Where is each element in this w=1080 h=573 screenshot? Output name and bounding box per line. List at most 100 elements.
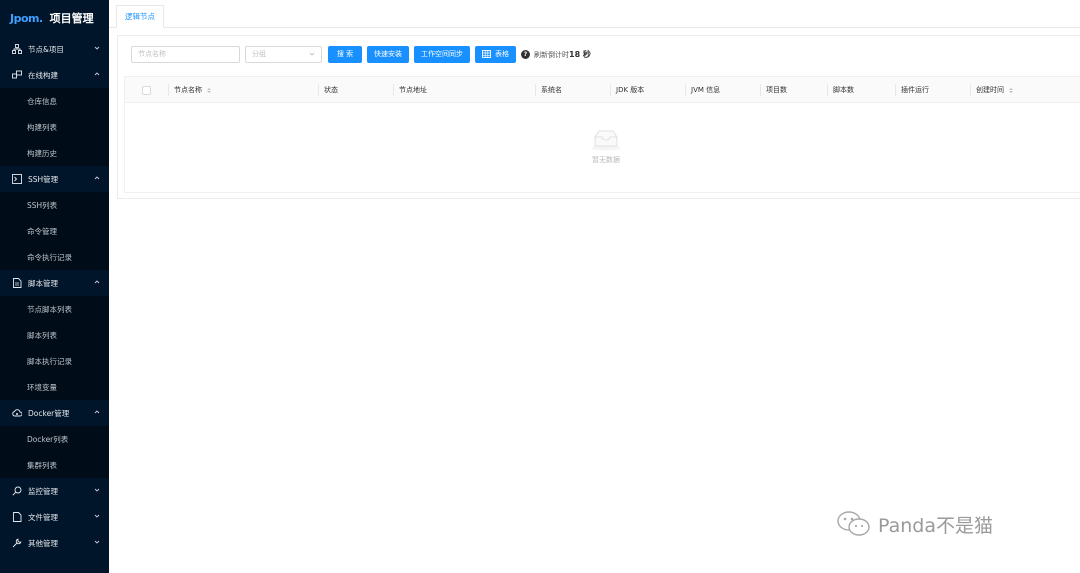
chevron-down-icon xyxy=(94,488,100,492)
file-code-icon xyxy=(12,278,22,288)
column-divider xyxy=(168,84,169,96)
sidebar-item-node-script[interactable]: 节点脚本列表 xyxy=(0,296,109,322)
chevron-down-icon xyxy=(309,52,315,56)
sidebar-group-build[interactable]: 在线构建 xyxy=(0,62,109,88)
chevron-up-icon xyxy=(94,280,100,284)
tab-bar: 逻辑节点 xyxy=(109,0,1080,28)
table-icon xyxy=(482,50,491,58)
empty-state: 暂无数据 xyxy=(125,103,1080,193)
tool-icon xyxy=(12,538,22,548)
sidebar-group-label: 监控管理 xyxy=(28,486,58,496)
column-label: JVM 信息 xyxy=(691,86,721,94)
quick-install-button[interactable]: 快速安装 xyxy=(367,45,409,63)
app-logo[interactable]: Jpom. 项目管理 xyxy=(0,0,109,36)
column-header: 项目数 xyxy=(760,77,787,103)
sidebar-item-command-manage[interactable]: 命令管理 xyxy=(0,218,109,244)
group-select-placeholder: 分组 xyxy=(252,50,266,58)
select-all-cell xyxy=(142,77,151,103)
column-divider xyxy=(535,84,536,96)
column-label: 脚本数 xyxy=(833,86,854,94)
wechat-icon xyxy=(837,511,870,536)
sidebar-item-cluster-list[interactable]: 集群列表 xyxy=(0,452,109,478)
chevron-up-icon xyxy=(94,72,100,76)
column-label: 插件运行 xyxy=(901,86,929,94)
sidebar-item-env-vars[interactable]: 环境变量 xyxy=(0,374,109,400)
node-name-input[interactable]: 节点名称 xyxy=(131,45,240,63)
column-header[interactable]: 节点名称 xyxy=(168,77,211,103)
countdown-value: 18 秒 xyxy=(569,49,591,59)
sidebar-item-build-history[interactable]: 构建历史 xyxy=(0,140,109,166)
column-divider xyxy=(760,84,761,96)
submenu-ssh: SSH列表 命令管理 命令执行记录 xyxy=(0,192,109,270)
cluster-icon xyxy=(12,44,22,54)
empty-text: 暂无数据 xyxy=(592,156,620,164)
column-divider xyxy=(895,84,896,96)
column-label: 节点名称 xyxy=(174,86,202,94)
chevron-up-icon xyxy=(94,410,100,414)
logo-mark: Jpom. xyxy=(10,11,43,25)
terminal-icon xyxy=(12,174,22,184)
sidebar-group-ssh[interactable]: SSH管理 xyxy=(0,166,109,192)
sidebar-group-label: SSH管理 xyxy=(28,174,59,184)
column-header: 状态 xyxy=(318,77,338,103)
watermark: Panda不是猫 xyxy=(836,510,993,538)
column-label: 状态 xyxy=(324,86,338,94)
help-icon[interactable]: ? xyxy=(521,49,530,59)
sort-icon[interactable] xyxy=(1009,87,1013,93)
submenu-script: 节点脚本列表 脚本列表 脚本执行记录 环境变量 xyxy=(0,296,109,400)
submenu-docker: Docker列表 集群列表 xyxy=(0,426,109,478)
column-label: 节点地址 xyxy=(399,86,427,94)
toolbar: 节点名称 分组 搜 索 快速安装 工作空间同步 表格 ? 刷新倒计时18 秒 xyxy=(131,45,591,63)
app-title: 项目管理 xyxy=(49,12,94,25)
column-divider xyxy=(318,84,319,96)
sidebar-item-repo[interactable]: 仓库信息 xyxy=(0,88,109,114)
table-view-button[interactable]: 表格 xyxy=(475,45,516,63)
group-select[interactable]: 分组 xyxy=(245,45,322,63)
column-divider xyxy=(970,84,971,96)
column-header: JDK 版本 xyxy=(610,77,645,103)
table-header: 节点名称 状态 节点地址 系统名 JDK 版本 JVM 信息 项目数 脚本数 插… xyxy=(125,77,1080,103)
column-divider xyxy=(827,84,828,96)
chevron-up-icon xyxy=(94,176,100,180)
column-header: 节点地址 xyxy=(393,77,427,103)
sidebar-group-monitor[interactable]: 监控管理 xyxy=(0,478,109,504)
main-panel: 节点名称 分组 搜 索 快速安装 工作空间同步 表格 ? 刷新倒计时18 秒 节… xyxy=(117,35,1080,199)
sidebar-item-command-log[interactable]: 命令执行记录 xyxy=(0,244,109,270)
sidebar-item-docker-list[interactable]: Docker列表 xyxy=(0,426,109,452)
sidebar: Jpom. 项目管理 节点&项目 在线构建 仓库信息 构建列表 构建历史 SSH… xyxy=(0,0,109,573)
sidebar-group-label: 文件管理 xyxy=(28,512,58,522)
column-header: JVM 信息 xyxy=(685,77,721,103)
sidebar-group-script[interactable]: 脚本管理 xyxy=(0,270,109,296)
sidebar-item-script-list[interactable]: 脚本列表 xyxy=(0,322,109,348)
chevron-down-icon xyxy=(94,540,100,544)
column-header: 脚本数 xyxy=(827,77,854,103)
column-divider xyxy=(393,84,394,96)
search-button[interactable]: 搜 索 xyxy=(328,45,362,63)
countdown-prefix: 刷新倒计时 xyxy=(534,50,569,59)
sidebar-group-file[interactable]: 文件管理 xyxy=(0,504,109,530)
monitor-icon xyxy=(12,486,22,496)
column-label: 系统名 xyxy=(541,86,562,94)
column-header[interactable]: 创建时间 xyxy=(970,77,1013,103)
column-label: 项目数 xyxy=(766,86,787,94)
sidebar-item-script-log[interactable]: 脚本执行记录 xyxy=(0,348,109,374)
file-icon xyxy=(12,512,22,522)
workspace-sync-button[interactable]: 工作空间同步 xyxy=(414,45,470,63)
cloud-icon xyxy=(12,408,22,418)
sidebar-group-docker[interactable]: Docker管理 xyxy=(0,400,109,426)
sidebar-group-label: 在线构建 xyxy=(28,70,58,80)
select-all-checkbox[interactable] xyxy=(142,85,151,95)
sidebar-item-ssh-list[interactable]: SSH列表 xyxy=(0,192,109,218)
column-divider xyxy=(685,84,686,96)
sort-icon[interactable] xyxy=(207,87,211,93)
watermark-text: Panda不是猫 xyxy=(878,514,993,537)
sidebar-group-label: 脚本管理 xyxy=(28,278,58,288)
sidebar-group-other[interactable]: 其他管理 xyxy=(0,530,109,556)
column-label: JDK 版本 xyxy=(616,86,645,94)
sidebar-item-build-list[interactable]: 构建列表 xyxy=(0,114,109,140)
tab-logical-node[interactable]: 逻辑节点 xyxy=(116,5,164,28)
node-table: 节点名称 状态 节点地址 系统名 JDK 版本 JVM 信息 项目数 脚本数 插… xyxy=(124,76,1080,193)
refresh-countdown: 刷新倒计时18 秒 xyxy=(534,49,591,60)
submenu-build: 仓库信息 构建列表 构建历史 xyxy=(0,88,109,166)
sidebar-group-nodes[interactable]: 节点&项目 xyxy=(0,36,109,62)
